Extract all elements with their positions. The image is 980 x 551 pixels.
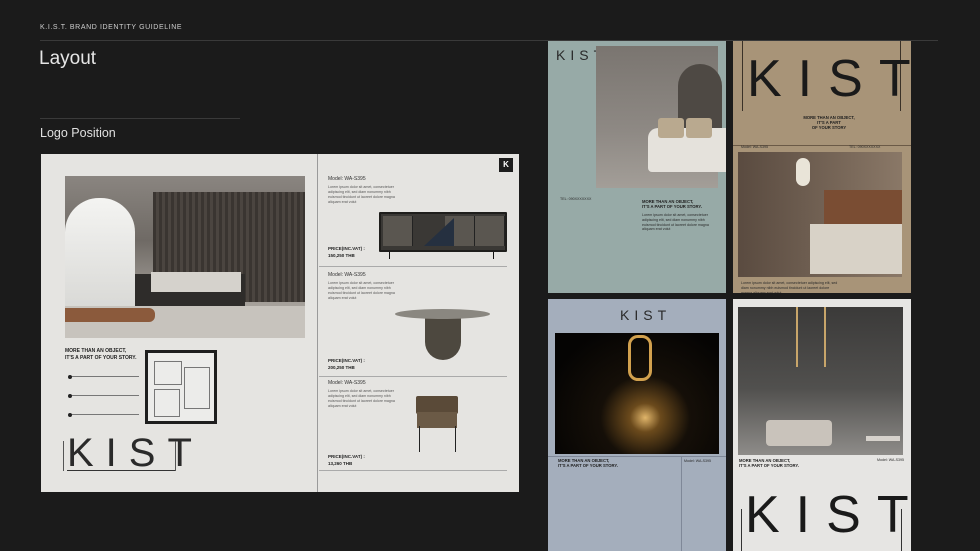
poster-model: Model: WA-S395 <box>877 458 905 462</box>
bedroom-photo <box>738 152 902 277</box>
poster-phone: TEL: 090XXXXXXX <box>560 197 592 201</box>
plan-callout <box>68 393 139 398</box>
poster-tagline: MORE THAN AN OBJECT, IT'S A PART OF YOUR… <box>642 199 702 210</box>
page-title: Layout <box>39 48 97 69</box>
kist-wordmark: KIST <box>745 486 911 544</box>
guideline-header: K.I.S.T. BRAND IDENTITY GUIDELINE <box>40 24 183 31</box>
poster-body: Lorem ipsum dolor sit amet, consectetuer… <box>642 213 709 232</box>
plan-callout <box>68 412 139 417</box>
product-price: PRICE(INC.VAT) : 150,250 THB <box>328 246 365 258</box>
product-description: Lorem ipsum dolor sit amet, consectetuer… <box>328 185 395 204</box>
poster-sage: KIST TEL: 090XXXXXXX MORE THAN AN OBJECT… <box>548 41 726 293</box>
poster-white: MORE THAN AN OBJECT, IT'S A PART OF YOUR… <box>733 299 911 551</box>
kist-logo-badge: K <box>499 158 513 172</box>
poster-lavender: KIST MORE THAN AN OBJECT, IT'S A PART OF… <box>548 299 726 551</box>
plan-callout <box>68 374 139 379</box>
kist-wordmark: KIST <box>747 50 911 108</box>
bedroom-photo <box>65 176 305 338</box>
poster-tagline: MORE THAN AN OBJECT, IT'S A PART OF YOUR… <box>558 458 618 469</box>
sofa-photo <box>596 46 726 188</box>
poster-model: Model: WA-S395 <box>741 145 769 149</box>
table-photo <box>425 316 461 360</box>
spread-fold <box>317 154 318 492</box>
product-description: Lorem ipsum dolor sit amet, consectetuer… <box>328 281 395 300</box>
catalog-spread: K MORE THAN AN OBJECT, IT'S A PART OF YO… <box>41 154 519 492</box>
product-model: Model: WA-S395 <box>328 380 366 386</box>
poster-phone: TEL: 090XXXXXXX <box>849 145 881 149</box>
product-description: Lorem ipsum dolor sit amet, consectetuer… <box>328 389 395 408</box>
floor-plan <box>145 350 217 424</box>
poster-tagline: MORE THAN AN OBJECT, IT'S A PART OF YOUR… <box>803 115 855 131</box>
kist-wordmark: KIST <box>620 307 672 323</box>
poster-model: Model: WA-S395 <box>684 459 712 463</box>
product-price: PRICE(INC.VAT) : 200,250 THB <box>328 358 365 370</box>
product-price: PRICE(INC.VAT) : 13,260 THB <box>328 454 365 466</box>
poster-taupe: KIST MORE THAN AN OBJECT, IT'S A PART OF… <box>733 41 911 293</box>
section-title: Logo Position <box>40 126 116 140</box>
poster-tagline: MORE THAN AN OBJECT, IT'S A PART OF YOUR… <box>739 458 799 469</box>
product-model: Model: WA-S395 <box>328 176 366 182</box>
poster-body: Lorem ipsum dolor sit amet, consectetuer… <box>741 281 838 293</box>
sideboard-photo <box>379 212 507 259</box>
section-divider <box>40 118 240 119</box>
product-model: Model: WA-S395 <box>328 272 366 278</box>
living-room-photo <box>738 307 903 455</box>
spread-tagline: MORE THAN AN OBJECT, IT'S A PART OF YOUR… <box>65 348 137 361</box>
